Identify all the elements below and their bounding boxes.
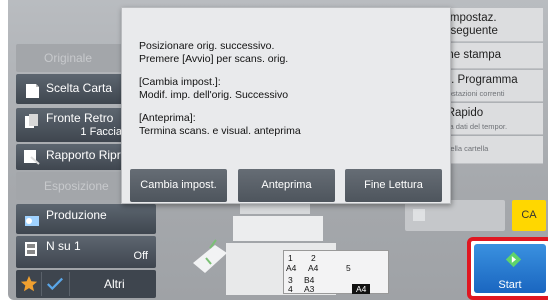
dialog-line-3: [Cambia impost.]: [139, 76, 221, 88]
zoom-ratio-icon [24, 150, 40, 165]
dialog-line-2: Premere [Avvio] per scans. orig. [139, 53, 289, 65]
star-icon[interactable] [20, 275, 38, 293]
start-icon [505, 251, 522, 268]
dialog-line-1: Posizionare orig. successivo. [139, 40, 275, 52]
tray-bypass-size: A4 [352, 284, 371, 294]
screen: Originale Scelta Carta Fronte Retro 1 Fa… [0, 0, 548, 300]
ca-button[interactable]: CA [512, 200, 546, 231]
scelta-carta-label: Scelta Carta [46, 81, 113, 95]
produzione-button[interactable]: Produzione [16, 204, 156, 234]
n-su-1-button[interactable]: N su 1 Off [16, 236, 156, 268]
start-label: Start [498, 279, 522, 291]
cambia-impost-button[interactable]: Cambia impost. [130, 169, 227, 202]
start-button[interactable]: Start [474, 244, 546, 293]
duplex-icon [25, 114, 38, 128]
tray-2-size: A4 [308, 263, 319, 273]
tray-5-num: 5 [346, 263, 351, 273]
altri-button[interactable]: Altri [104, 277, 125, 291]
fronte-retro-label: Fronte Retro [46, 111, 114, 125]
paper-icon [26, 84, 39, 98]
copy-panel: Originale Scelta Carta Fronte Retro 1 Fa… [8, 0, 548, 300]
originale-label: Originale [44, 51, 93, 65]
produzione-label: Produzione [46, 208, 107, 222]
tray-4-size: A3 [304, 284, 315, 294]
output-icon [25, 216, 39, 226]
fronte-retro-value: 1 Faccia [80, 126, 122, 138]
job-status-button [405, 200, 505, 231]
tray-2-num: 2 [311, 253, 316, 263]
job-icon [413, 209, 425, 221]
n-su-1-label: N su 1 [46, 239, 81, 253]
fine-lettura-button[interactable]: Fine Lettura [345, 169, 442, 202]
dialog-line-6: Termina scans. e visual. anteprima [139, 125, 301, 137]
tray-1-size: A4 [286, 263, 297, 273]
tray-1-num: 1 [288, 253, 293, 263]
n-su-1-value: Off [133, 250, 148, 262]
anteprima-button[interactable]: Anteprima [238, 169, 335, 202]
bottom-bar: Altri [16, 270, 156, 298]
scan-next-dialog: Posizionare orig. successivo. Premere [A… [121, 7, 451, 204]
tray-4-num: 4 [288, 284, 293, 294]
paper-tray-status: 1 A4 2 A4 3 B4 4 A3 5 A4 [283, 250, 389, 294]
dialog-line-5: [Anteprima]: [139, 112, 196, 124]
rapporto-ripr-label: Rapporto Ripr. [46, 148, 124, 162]
dialog-line-4: Modif. imp. dell'orig. Successivo [139, 89, 289, 101]
checkmark-icon[interactable] [46, 276, 64, 292]
n-up-icon [25, 242, 37, 256]
esposizione-label: Esposizione [44, 179, 109, 193]
start-button-frame: Start [467, 237, 548, 300]
